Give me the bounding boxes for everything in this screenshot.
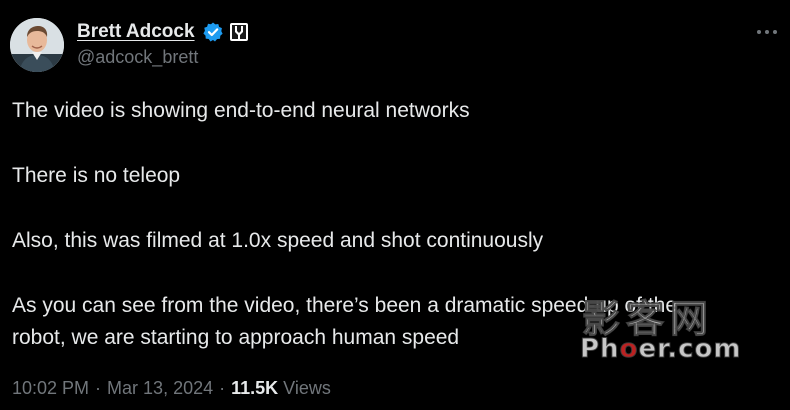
avatar[interactable]	[10, 18, 64, 72]
ellipsis-icon	[757, 30, 777, 34]
tweet-date[interactable]: Mar 13, 2024	[107, 378, 213, 399]
separator: ·	[219, 378, 226, 398]
author-display-name[interactable]: Brett Adcock	[77, 21, 195, 43]
organization-badge-icon[interactable]	[229, 22, 249, 42]
tweet-paragraph-4-line-2: robot, we are starting to approach human…	[12, 326, 460, 349]
author-handle[interactable]: @adcock_brett	[77, 47, 198, 68]
tweet-card: Brett Adcock @adcock_brett The video is …	[0, 0, 790, 410]
tweet-paragraph-1: The video is showing end-to-end neural n…	[12, 99, 470, 122]
more-options-button[interactable]	[752, 20, 782, 44]
tweet-paragraph-4-line-1: As you can see from the video, there’s b…	[12, 294, 678, 317]
views-count[interactable]: 11.5K	[231, 378, 278, 399]
verified-badge-icon[interactable]	[202, 21, 224, 43]
tweet-text: The video is showing end-to-end neural n…	[12, 95, 772, 354]
profile-photo-icon	[10, 18, 64, 72]
author-name-row: Brett Adcock	[77, 20, 249, 44]
separator: ·	[95, 378, 102, 398]
tweet-paragraph-2: There is no teleop	[12, 164, 181, 187]
tweet-metadata: 10:02 PM · Mar 13, 2024 · 11.5K Views	[12, 378, 331, 399]
views-label: Views	[283, 378, 331, 398]
tweet-paragraph-3: Also, this was filmed at 1.0x speed and …	[12, 229, 544, 252]
tweet-time[interactable]: 10:02 PM	[12, 378, 89, 399]
